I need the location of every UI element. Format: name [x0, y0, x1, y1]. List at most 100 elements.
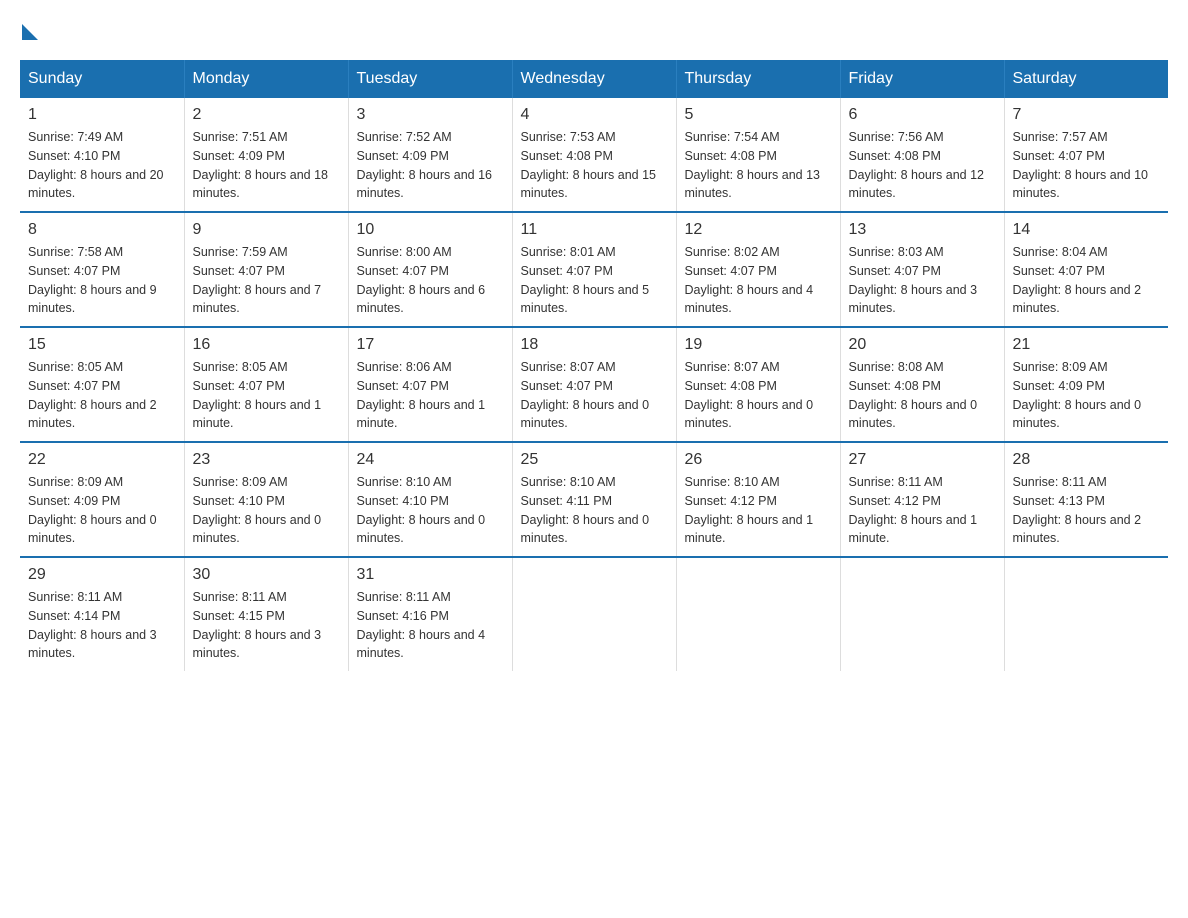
calendar-cell: 8 Sunrise: 7:58 AMSunset: 4:07 PMDaylight…	[20, 212, 184, 327]
day-info: Sunrise: 8:01 AMSunset: 4:07 PMDaylight:…	[521, 243, 668, 318]
calendar-cell	[676, 557, 840, 671]
day-number: 28	[1013, 451, 1161, 469]
calendar-cell: 25 Sunrise: 8:10 AMSunset: 4:11 PMDayligh…	[512, 442, 676, 557]
calendar-cell: 15 Sunrise: 8:05 AMSunset: 4:07 PMDayligh…	[20, 327, 184, 442]
calendar-cell: 24 Sunrise: 8:10 AMSunset: 4:10 PMDayligh…	[348, 442, 512, 557]
day-info: Sunrise: 7:59 AMSunset: 4:07 PMDaylight:…	[193, 243, 340, 318]
day-info: Sunrise: 8:11 AMSunset: 4:12 PMDaylight:…	[849, 473, 996, 548]
day-info: Sunrise: 8:00 AMSunset: 4:07 PMDaylight:…	[357, 243, 504, 318]
calendar-cell: 5Sunrise: 7:54 AMSunset: 4:08 PMDaylight…	[676, 98, 840, 212]
day-number: 16	[193, 336, 340, 354]
day-info: Sunrise: 8:11 AMSunset: 4:14 PMDaylight:…	[28, 588, 176, 663]
week-row-2: 8 Sunrise: 7:58 AMSunset: 4:07 PMDaylight…	[20, 212, 1168, 327]
day-number: 14	[1013, 221, 1161, 239]
day-info: Sunrise: 7:58 AMSunset: 4:07 PMDaylight:…	[28, 243, 176, 318]
day-info: Sunrise: 8:10 AMSunset: 4:10 PMDaylight:…	[357, 473, 504, 548]
day-number: 2	[193, 106, 340, 124]
calendar-cell: 13 Sunrise: 8:03 AMSunset: 4:07 PMDayligh…	[840, 212, 1004, 327]
calendar-cell	[1004, 557, 1168, 671]
calendar-cell: 10 Sunrise: 8:00 AMSunset: 4:07 PMDayligh…	[348, 212, 512, 327]
day-number: 23	[193, 451, 340, 469]
calendar-cell: 7Sunrise: 7:57 AMSunset: 4:07 PMDaylight…	[1004, 98, 1168, 212]
day-number: 25	[521, 451, 668, 469]
day-info: Sunrise: 7:56 AMSunset: 4:08 PMDaylight:…	[849, 128, 996, 203]
calendar-cell	[840, 557, 1004, 671]
calendar-cell: 6 Sunrise: 7:56 AMSunset: 4:08 PMDaylight…	[840, 98, 1004, 212]
day-number: 27	[849, 451, 996, 469]
day-info: Sunrise: 8:02 AMSunset: 4:07 PMDaylight:…	[685, 243, 832, 318]
day-info: Sunrise: 7:52 AMSunset: 4:09 PMDaylight:…	[357, 128, 504, 203]
day-info: Sunrise: 8:10 AMSunset: 4:11 PMDaylight:…	[521, 473, 668, 548]
calendar-cell: 29 Sunrise: 8:11 AMSunset: 4:14 PMDayligh…	[20, 557, 184, 671]
week-row-5: 29 Sunrise: 8:11 AMSunset: 4:14 PMDayligh…	[20, 557, 1168, 671]
day-number: 15	[28, 336, 176, 354]
day-info: Sunrise: 8:11 AMSunset: 4:15 PMDaylight:…	[193, 588, 340, 663]
calendar-table: SundayMondayTuesdayWednesdayThursdayFrid…	[20, 60, 1168, 671]
day-number: 18	[521, 336, 668, 354]
calendar-cell: 20 Sunrise: 8:08 AMSunset: 4:08 PMDayligh…	[840, 327, 1004, 442]
day-number: 13	[849, 221, 996, 239]
day-number: 19	[685, 336, 832, 354]
day-info: Sunrise: 8:06 AMSunset: 4:07 PMDaylight:…	[357, 358, 504, 433]
day-number: 5	[685, 106, 832, 124]
day-number: 12	[685, 221, 832, 239]
day-number: 20	[849, 336, 996, 354]
day-number: 21	[1013, 336, 1161, 354]
week-row-1: 1Sunrise: 7:49 AMSunset: 4:10 PMDaylight…	[20, 98, 1168, 212]
day-info: Sunrise: 8:09 AMSunset: 4:10 PMDaylight:…	[193, 473, 340, 548]
day-number: 17	[357, 336, 504, 354]
weekday-header-row: SundayMondayTuesdayWednesdayThursdayFrid…	[20, 60, 1168, 98]
day-number: 31	[357, 566, 504, 584]
day-number: 8	[28, 221, 176, 239]
calendar-cell: 31Sunrise: 8:11 AMSunset: 4:16 PMDayligh…	[348, 557, 512, 671]
day-info: Sunrise: 8:08 AMSunset: 4:08 PMDaylight:…	[849, 358, 996, 433]
day-info: Sunrise: 7:49 AMSunset: 4:10 PMDaylight:…	[28, 128, 176, 203]
calendar-cell: 19 Sunrise: 8:07 AMSunset: 4:08 PMDayligh…	[676, 327, 840, 442]
day-number: 3	[357, 106, 504, 124]
day-number: 29	[28, 566, 176, 584]
day-number: 30	[193, 566, 340, 584]
day-info: Sunrise: 7:57 AMSunset: 4:07 PMDaylight:…	[1013, 128, 1161, 203]
day-info: Sunrise: 8:10 AMSunset: 4:12 PMDaylight:…	[685, 473, 832, 548]
day-info: Sunrise: 7:53 AMSunset: 4:08 PMDaylight:…	[521, 128, 668, 203]
day-info: Sunrise: 8:04 AMSunset: 4:07 PMDaylight:…	[1013, 243, 1161, 318]
calendar-cell: 14 Sunrise: 8:04 AMSunset: 4:07 PMDayligh…	[1004, 212, 1168, 327]
calendar-cell: 2Sunrise: 7:51 AMSunset: 4:09 PMDaylight…	[184, 98, 348, 212]
weekday-header-thursday: Thursday	[676, 60, 840, 98]
day-info: Sunrise: 8:09 AMSunset: 4:09 PMDaylight:…	[28, 473, 176, 548]
calendar-cell: 4 Sunrise: 7:53 AMSunset: 4:08 PMDaylight…	[512, 98, 676, 212]
day-number: 24	[357, 451, 504, 469]
weekday-header-tuesday: Tuesday	[348, 60, 512, 98]
day-number: 6	[849, 106, 996, 124]
weekday-header-wednesday: Wednesday	[512, 60, 676, 98]
calendar-cell: 1Sunrise: 7:49 AMSunset: 4:10 PMDaylight…	[20, 98, 184, 212]
day-info: Sunrise: 8:07 AMSunset: 4:07 PMDaylight:…	[521, 358, 668, 433]
calendar-cell: 11 Sunrise: 8:01 AMSunset: 4:07 PMDayligh…	[512, 212, 676, 327]
calendar-cell: 30 Sunrise: 8:11 AMSunset: 4:15 PMDayligh…	[184, 557, 348, 671]
day-number: 10	[357, 221, 504, 239]
calendar-cell: 18 Sunrise: 8:07 AMSunset: 4:07 PMDayligh…	[512, 327, 676, 442]
day-number: 4	[521, 106, 668, 124]
weekday-header-monday: Monday	[184, 60, 348, 98]
day-info: Sunrise: 8:07 AMSunset: 4:08 PMDaylight:…	[685, 358, 832, 433]
calendar-cell: 9 Sunrise: 7:59 AMSunset: 4:07 PMDaylight…	[184, 212, 348, 327]
calendar-cell: 26 Sunrise: 8:10 AMSunset: 4:12 PMDayligh…	[676, 442, 840, 557]
day-number: 26	[685, 451, 832, 469]
calendar-cell: 16 Sunrise: 8:05 AMSunset: 4:07 PMDayligh…	[184, 327, 348, 442]
weekday-header-sunday: Sunday	[20, 60, 184, 98]
day-info: Sunrise: 8:11 AMSunset: 4:13 PMDaylight:…	[1013, 473, 1161, 548]
day-info: Sunrise: 8:05 AMSunset: 4:07 PMDaylight:…	[28, 358, 176, 433]
calendar-cell: 12 Sunrise: 8:02 AMSunset: 4:07 PMDayligh…	[676, 212, 840, 327]
day-number: 22	[28, 451, 176, 469]
day-number: 11	[521, 221, 668, 239]
day-info: Sunrise: 8:05 AMSunset: 4:07 PMDaylight:…	[193, 358, 340, 433]
calendar-cell: 22 Sunrise: 8:09 AMSunset: 4:09 PMDayligh…	[20, 442, 184, 557]
calendar-cell: 3 Sunrise: 7:52 AMSunset: 4:09 PMDaylight…	[348, 98, 512, 212]
calendar-cell: 23 Sunrise: 8:09 AMSunset: 4:10 PMDayligh…	[184, 442, 348, 557]
logo-triangle-icon	[22, 24, 38, 40]
day-info: Sunrise: 8:03 AMSunset: 4:07 PMDaylight:…	[849, 243, 996, 318]
calendar-cell: 28 Sunrise: 8:11 AMSunset: 4:13 PMDayligh…	[1004, 442, 1168, 557]
page-header	[20, 20, 1168, 40]
week-row-4: 22 Sunrise: 8:09 AMSunset: 4:09 PMDayligh…	[20, 442, 1168, 557]
day-number: 9	[193, 221, 340, 239]
